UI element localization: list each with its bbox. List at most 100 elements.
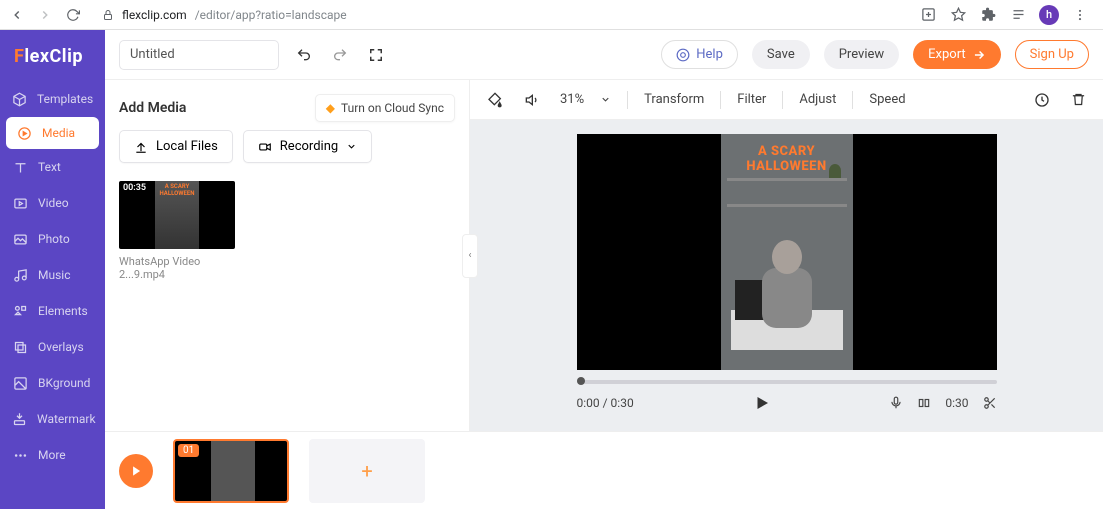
browser-forward[interactable] [36, 6, 54, 24]
scissors-icon[interactable] [983, 396, 997, 410]
sidebar-item-label: More [38, 448, 66, 462]
sidebar-item-label: Overlays [38, 340, 84, 354]
watermark-icon [12, 411, 27, 427]
duration-right: 0:30 [945, 396, 968, 410]
sidebar-item-elements[interactable]: Elements [0, 293, 105, 329]
sidebar-item-label: Media [42, 126, 75, 140]
sidebar-item-photo[interactable]: Photo [0, 221, 105, 257]
extensions-icon[interactable] [979, 6, 997, 24]
sidebar-item-label: Photo [38, 232, 70, 246]
templates-icon [12, 91, 27, 107]
sidebar-item-bkground[interactable]: BKground [0, 365, 105, 401]
topbar: Help Save Preview Export Sign Up [105, 30, 1103, 80]
photo-icon [12, 231, 28, 247]
logo: FlexClip [0, 40, 105, 81]
fullscreen-button[interactable] [365, 44, 387, 66]
clock-icon[interactable] [1031, 89, 1053, 111]
collapse-panel-button[interactable]: ‹ [462, 234, 478, 278]
preview-button[interactable]: Preview [824, 40, 899, 69]
thumb-duration: 00:35 [123, 183, 146, 193]
adjust-button[interactable]: Adjust [799, 92, 836, 107]
add-clip-button[interactable]: + [309, 439, 425, 503]
play-icon [129, 464, 143, 478]
preview-toolbar: 31% Transform Filter Adjust Speed [470, 80, 1103, 120]
video-preview[interactable]: A SCARYHALLOWEEN [577, 134, 997, 370]
speed-button[interactable]: Speed [869, 92, 905, 107]
signup-button[interactable]: Sign Up [1015, 40, 1089, 69]
reading-list-icon[interactable] [1009, 6, 1027, 24]
timeline-play-button[interactable] [119, 454, 153, 488]
record-icon [258, 140, 272, 154]
sidebar-item-label: Elements [38, 304, 88, 318]
media-heading: Add Media [119, 100, 186, 116]
sidebar-item-more[interactable]: More [0, 437, 105, 473]
more-icon [12, 447, 28, 463]
timeline: 01 + [105, 431, 1103, 509]
media-icon [16, 125, 32, 141]
diamond-icon: ◆ [326, 101, 335, 115]
mic-icon[interactable] [889, 396, 903, 410]
sidebar-item-label: Text [38, 160, 61, 174]
chevron-down-icon[interactable] [600, 94, 611, 105]
bkground-icon [12, 375, 28, 391]
sidebar-item-label: Watermark [37, 412, 96, 426]
menu-dots-icon[interactable] [1071, 6, 1089, 24]
media-item[interactable]: A SCARY HALLOWEEN 00:35 WhatsApp Video 2… [119, 181, 235, 281]
sidebar-item-label: Video [38, 196, 69, 210]
sidebar-item-label: Music [38, 268, 70, 282]
sidebar-item-media[interactable]: Media [6, 117, 99, 149]
undo-button[interactable] [293, 44, 315, 66]
media-panel: Add Media ◆ Turn on Cloud Sync Local Fil… [105, 80, 470, 431]
timeline-clip[interactable]: 01 [173, 439, 289, 503]
sidebar-item-label: BKground [38, 376, 90, 390]
zoom-level[interactable]: 31% [560, 92, 584, 107]
filter-button[interactable]: Filter [737, 92, 766, 107]
thumb-filename: WhatsApp Video 2...9.mp4 [119, 255, 235, 281]
play-button[interactable] [753, 394, 771, 412]
project-title-input[interactable] [119, 40, 279, 70]
local-files-button[interactable]: Local Files [119, 130, 233, 163]
video-icon [12, 195, 28, 211]
text-icon [12, 159, 28, 175]
lock-icon [102, 9, 114, 21]
profile-avatar[interactable]: h [1039, 5, 1059, 25]
url-host: flexclip.com [122, 8, 187, 22]
recording-button[interactable]: Recording [243, 130, 372, 163]
volume-icon[interactable] [522, 89, 544, 111]
time-display: 0:00 / 0:30 [577, 396, 634, 410]
save-button[interactable]: Save [752, 40, 810, 69]
upload-icon [134, 140, 148, 154]
plus-icon: + [361, 459, 372, 483]
chevron-down-icon [346, 141, 357, 152]
browser-reload[interactable] [64, 6, 82, 24]
progress-bar[interactable] [577, 380, 997, 384]
url-bar[interactable]: flexclip.com/editor/app?ratio=landscape [92, 8, 909, 22]
sidebar-item-video[interactable]: Video [0, 185, 105, 221]
delete-icon[interactable] [1067, 89, 1089, 111]
sidebar-item-templates[interactable]: Templates [0, 81, 105, 117]
transform-button[interactable]: Transform [644, 92, 704, 107]
url-path: /editor/app?ratio=landscape [195, 8, 347, 22]
redo-button[interactable] [329, 44, 351, 66]
music-icon [12, 267, 28, 283]
sidebar-item-watermark[interactable]: Watermark [0, 401, 105, 437]
overlays-icon [12, 339, 28, 355]
export-button[interactable]: Export [913, 40, 1001, 69]
split-icon[interactable] [917, 396, 931, 410]
sidebar-item-music[interactable]: Music [0, 257, 105, 293]
cloud-sync-button[interactable]: ◆ Turn on Cloud Sync [315, 94, 455, 122]
arrow-right-icon [972, 48, 986, 62]
help-button[interactable]: Help [661, 40, 738, 69]
sidebar: FlexClip Templates Media Text Video Phot… [0, 30, 105, 509]
browser-back[interactable] [8, 6, 26, 24]
elements-icon [12, 303, 28, 319]
sidebar-item-overlays[interactable]: Overlays [0, 329, 105, 365]
help-icon [676, 48, 690, 62]
sidebar-item-text[interactable]: Text [0, 149, 105, 185]
install-icon[interactable] [919, 6, 937, 24]
preview-panel: 31% Transform Filter Adjust Speed [470, 80, 1103, 431]
clip-number: 01 [178, 444, 199, 457]
sidebar-item-label: Templates [37, 92, 93, 106]
paint-bucket-icon[interactable] [484, 89, 506, 111]
star-icon[interactable] [949, 6, 967, 24]
